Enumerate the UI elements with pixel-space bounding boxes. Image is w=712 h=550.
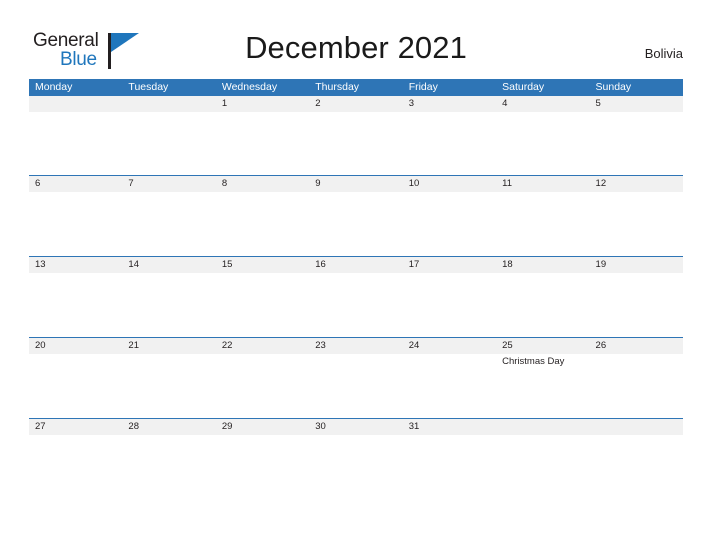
day-number[interactable]: 2 bbox=[309, 96, 402, 112]
day-cell[interactable] bbox=[309, 273, 402, 337]
week-date-band: 20 21 22 23 24 25 26 bbox=[29, 338, 683, 354]
weekday-header-monday: Monday bbox=[35, 81, 73, 93]
day-number[interactable]: 30 bbox=[309, 419, 402, 435]
day-number[interactable]: 18 bbox=[496, 257, 589, 273]
day-number[interactable]: 23 bbox=[309, 338, 402, 354]
day-cell[interactable] bbox=[590, 435, 683, 499]
day-number[interactable]: 6 bbox=[29, 176, 122, 192]
day-cell[interactable] bbox=[216, 354, 309, 418]
day-number[interactable]: 19 bbox=[590, 257, 683, 273]
day-cell[interactable] bbox=[216, 273, 309, 337]
day-number[interactable]: 27 bbox=[29, 419, 122, 435]
day-number[interactable]: 24 bbox=[403, 338, 496, 354]
day-number[interactable]: 26 bbox=[590, 338, 683, 354]
day-cell[interactable] bbox=[29, 354, 122, 418]
day-cell[interactable] bbox=[403, 112, 496, 175]
day-number[interactable]: 3 bbox=[403, 96, 496, 112]
day-number[interactable]: 7 bbox=[122, 176, 215, 192]
day-cell[interactable] bbox=[496, 112, 589, 175]
weekday-header-tuesday: Tuesday bbox=[128, 81, 169, 93]
weekday-header-wednesday: Wednesday bbox=[221, 81, 278, 93]
day-number[interactable]: 4 bbox=[496, 96, 589, 112]
day-number[interactable]: 31 bbox=[403, 419, 496, 435]
day-cell[interactable] bbox=[403, 273, 496, 337]
week-event-band bbox=[29, 435, 683, 499]
weekday-header-thursday: Thursday bbox=[315, 81, 360, 93]
day-cell[interactable] bbox=[403, 435, 496, 499]
weekday-header-saturday: Saturday bbox=[502, 81, 545, 93]
day-cell[interactable] bbox=[216, 192, 309, 256]
week-event-band bbox=[29, 112, 683, 175]
day-cell[interactable] bbox=[29, 192, 122, 256]
calendar-week-row: 20 21 22 23 24 25 26 Christmas Day bbox=[29, 337, 683, 418]
page-title: December 2021 bbox=[245, 30, 467, 65]
day-number[interactable]: 25 bbox=[496, 338, 589, 354]
weekday-header-sunday: Sunday bbox=[595, 81, 632, 93]
week-date-band: 1 2 3 4 5 bbox=[29, 96, 683, 112]
day-number[interactable]: 12 bbox=[590, 176, 683, 192]
day-cell[interactable] bbox=[403, 354, 496, 418]
day-cell[interactable] bbox=[29, 273, 122, 337]
week-event-band bbox=[29, 273, 683, 337]
calendar-week-row: 27 28 29 30 31 bbox=[29, 418, 683, 499]
day-number[interactable]: 9 bbox=[309, 176, 402, 192]
day-cell[interactable] bbox=[590, 192, 683, 256]
week-date-band: 27 28 29 30 31 bbox=[29, 419, 683, 435]
day-cell[interactable] bbox=[122, 354, 215, 418]
day-number[interactable]: 20 bbox=[29, 338, 122, 354]
calendar-grid: Monday Tuesday Wednesday Thursday Friday… bbox=[29, 79, 683, 499]
day-number[interactable]: 28 bbox=[122, 419, 215, 435]
week-event-band bbox=[29, 192, 683, 256]
day-cell[interactable] bbox=[309, 192, 402, 256]
day-number[interactable]: 1 bbox=[216, 96, 309, 112]
day-cell[interactable] bbox=[590, 354, 683, 418]
calendar-week-row: 13 14 15 16 17 18 19 bbox=[29, 256, 683, 337]
day-number[interactable] bbox=[122, 96, 215, 112]
day-number[interactable]: 29 bbox=[216, 419, 309, 435]
week-event-band: Christmas Day bbox=[29, 354, 683, 418]
day-number[interactable] bbox=[496, 419, 589, 435]
day-cell[interactable] bbox=[403, 192, 496, 256]
day-cell[interactable]: Christmas Day bbox=[496, 354, 589, 418]
day-number[interactable]: 17 bbox=[403, 257, 496, 273]
day-cell[interactable] bbox=[496, 435, 589, 499]
day-number[interactable]: 15 bbox=[216, 257, 309, 273]
day-number[interactable]: 21 bbox=[122, 338, 215, 354]
day-cell[interactable] bbox=[590, 112, 683, 175]
week-date-band: 6 7 8 9 10 11 12 bbox=[29, 176, 683, 192]
day-cell[interactable] bbox=[122, 435, 215, 499]
day-number[interactable]: 13 bbox=[29, 257, 122, 273]
day-cell[interactable] bbox=[216, 112, 309, 175]
page-header: General Blue December 2021 Bolivia bbox=[0, 0, 712, 76]
day-number[interactable]: 8 bbox=[216, 176, 309, 192]
calendar-week-row: 6 7 8 9 10 11 12 bbox=[29, 175, 683, 256]
day-number[interactable] bbox=[590, 419, 683, 435]
day-number[interactable]: 5 bbox=[590, 96, 683, 112]
day-cell[interactable] bbox=[29, 435, 122, 499]
calendar-week-row: 1 2 3 4 5 bbox=[29, 96, 683, 175]
day-cell[interactable] bbox=[122, 192, 215, 256]
locale-label: Bolivia bbox=[644, 46, 683, 61]
day-event-label: Christmas Day bbox=[502, 356, 565, 367]
day-number[interactable]: 22 bbox=[216, 338, 309, 354]
day-cell[interactable] bbox=[590, 273, 683, 337]
week-date-band: 13 14 15 16 17 18 19 bbox=[29, 257, 683, 273]
day-cell[interactable] bbox=[122, 273, 215, 337]
day-cell[interactable] bbox=[309, 435, 402, 499]
day-cell[interactable] bbox=[29, 112, 122, 175]
day-number[interactable]: 11 bbox=[496, 176, 589, 192]
day-cell[interactable] bbox=[122, 112, 215, 175]
day-number[interactable] bbox=[29, 96, 122, 112]
day-cell[interactable] bbox=[309, 354, 402, 418]
day-cell[interactable] bbox=[496, 192, 589, 256]
weekday-header-row: Monday Tuesday Wednesday Thursday Friday… bbox=[29, 79, 683, 96]
weekday-header-friday: Friday bbox=[408, 81, 438, 93]
day-number[interactable]: 10 bbox=[403, 176, 496, 192]
day-cell[interactable] bbox=[496, 273, 589, 337]
day-cell[interactable] bbox=[309, 112, 402, 175]
day-cell[interactable] bbox=[216, 435, 309, 499]
day-number[interactable]: 16 bbox=[309, 257, 402, 273]
day-number[interactable]: 14 bbox=[122, 257, 215, 273]
